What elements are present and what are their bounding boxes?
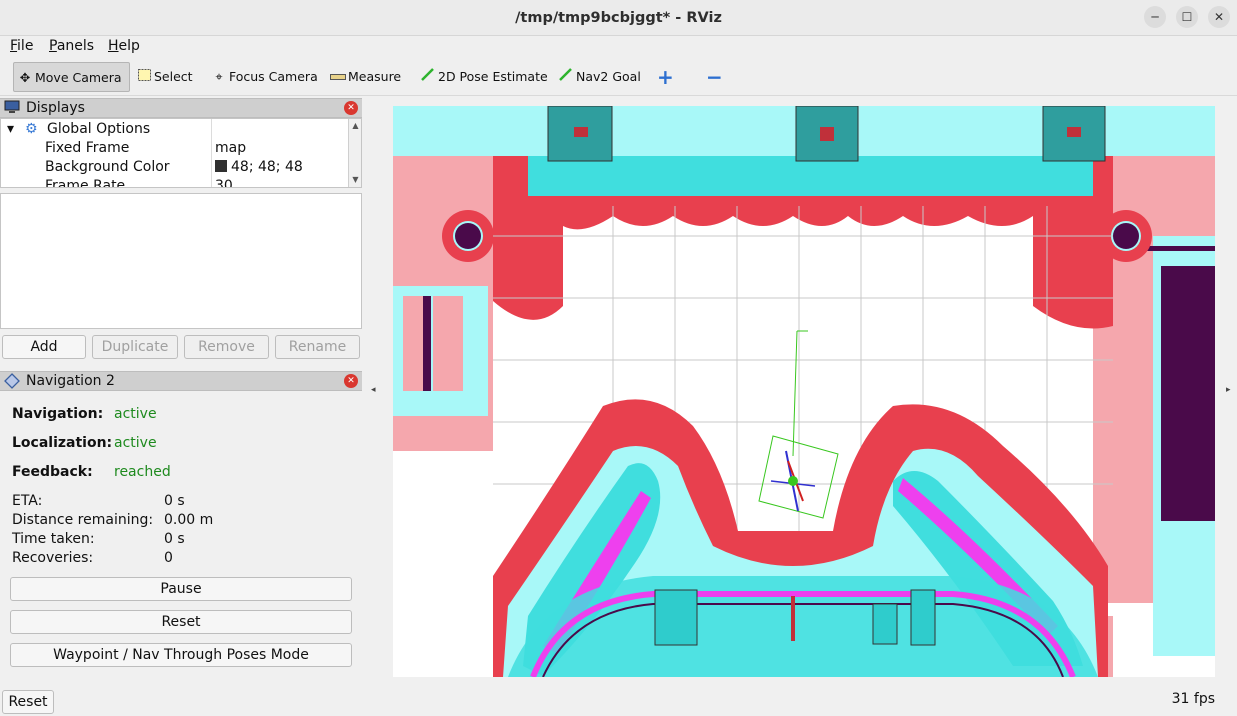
distance-remaining-label: Distance remaining:: [12, 512, 154, 528]
background-color-text: 48; 48; 48: [231, 159, 303, 175]
pose-estimate-label: 2D Pose Estimate: [438, 69, 548, 84]
close-panel-icon[interactable]: ✕: [344, 101, 358, 115]
title-bar: /tmp/tmp9bcbjggt* - RViz ─ ☐ ✕: [0, 0, 1237, 36]
green-arrow-icon: [558, 62, 574, 92]
tree-scrollbar[interactable]: ▲ ▼: [348, 119, 361, 187]
recoveries-label: Recoveries:: [12, 550, 94, 566]
navigation-diamond-icon: [4, 373, 20, 394]
prop-key-background-color: Background Color: [45, 159, 170, 175]
nav-reset-button[interactable]: Reset: [10, 610, 352, 634]
move-camera-label: Move Camera: [35, 70, 122, 85]
global-options-item[interactable]: Global Options: [47, 120, 150, 139]
remove-button[interactable]: Remove: [184, 335, 269, 359]
color-swatch: [215, 160, 227, 172]
navigation-state-value: active: [114, 406, 157, 422]
duplicate-button[interactable]: Duplicate: [92, 335, 178, 359]
navigation-panel-title: Navigation 2: [26, 373, 115, 389]
localization-state-value: active: [114, 435, 157, 451]
select-tool[interactable]: Select: [133, 62, 193, 92]
displays-panel-header: Displays ✕: [0, 98, 362, 118]
feedback-state-label: Feedback:: [12, 464, 93, 480]
localization-state-label: Localization:: [12, 435, 113, 451]
menu-panels[interactable]: Panels: [49, 38, 94, 54]
recoveries-value: 0: [164, 550, 173, 566]
prop-value-fixed-frame[interactable]: map: [215, 139, 246, 158]
pause-button[interactable]: Pause: [10, 577, 352, 601]
move-camera-tool[interactable]: ✥ Move Camera: [13, 62, 130, 92]
scroll-down-icon[interactable]: ▼: [349, 173, 361, 187]
menu-bar: File Panels Help: [0, 36, 1237, 58]
minimize-button[interactable]: ─: [1144, 6, 1166, 28]
collapse-right-icon[interactable]: ▸: [1226, 385, 1231, 395]
close-window-button[interactable]: ✕: [1208, 6, 1230, 28]
display-description-area: [0, 193, 362, 329]
toolbar: ✥ Move Camera Select ⌖ Focus Camera Measur…: [0, 58, 1237, 96]
remove-tool-button[interactable]: −: [703, 62, 729, 92]
prop-value-background-color[interactable]: 48; 48; 48: [215, 158, 303, 177]
move-camera-icon: ✥: [19, 70, 31, 85]
navigation-panel-header: Navigation 2 ✕: [0, 371, 362, 391]
measure-label: Measure: [348, 69, 402, 84]
nav2-goal-label: Nav2 Goal: [576, 69, 641, 84]
reset-button[interactable]: Reset: [2, 690, 54, 714]
window-title: /tmp/tmp9bcbjggt* - RViz: [515, 10, 722, 26]
menu-file[interactable]: File: [10, 38, 33, 54]
gear-icon: ⚙: [25, 121, 38, 137]
green-arrow-icon: [420, 62, 436, 92]
tree-expand-icon[interactable]: ▾: [7, 120, 14, 139]
column-divider: [211, 119, 212, 187]
time-taken-value: 0 s: [164, 531, 185, 547]
displays-panel-title: Displays: [26, 100, 85, 116]
monitor-icon: [4, 100, 20, 119]
eta-value: 0 s: [164, 493, 185, 509]
displays-tree[interactable]: ▾ ⚙ Global Options Fixed Frame map Backg…: [0, 118, 362, 188]
ruler-icon: [330, 62, 346, 92]
time-taken-label: Time taken:: [12, 531, 95, 547]
pose-estimate-tool[interactable]: 2D Pose Estimate: [417, 62, 548, 92]
feedback-state-value: reached: [114, 464, 171, 480]
focus-camera-icon: ⌖: [215, 69, 223, 84]
collapse-left-icon[interactable]: ◂: [371, 385, 376, 395]
waypoint-mode-button[interactable]: Waypoint / Nav Through Poses Mode: [10, 643, 352, 667]
status-bar: Reset 31 fps: [0, 688, 1237, 716]
eta-label: ETA:: [12, 493, 43, 509]
render-viewport[interactable]: [393, 106, 1215, 677]
select-icon: [136, 62, 152, 92]
scroll-up-icon[interactable]: ▲: [349, 119, 361, 133]
add-button[interactable]: Add: [2, 335, 86, 359]
prop-key-fixed-frame: Fixed Frame: [45, 140, 130, 156]
distance-remaining-value: 0.00 m: [164, 512, 214, 528]
focus-camera-label: Focus Camera: [229, 69, 318, 84]
maximize-button[interactable]: ☐: [1176, 6, 1198, 28]
select-label: Select: [154, 69, 193, 84]
close-panel-icon[interactable]: ✕: [344, 374, 358, 388]
fps-readout: 31 fps: [1171, 691, 1215, 707]
menu-help[interactable]: Help: [108, 38, 140, 54]
nav2-goal-tool[interactable]: Nav2 Goal: [555, 62, 645, 92]
prop-key-frame-rate: Frame Rate: [45, 178, 126, 188]
measure-tool[interactable]: Measure: [327, 62, 403, 92]
rename-button[interactable]: Rename: [275, 335, 360, 359]
focus-camera-tool[interactable]: ⌖ Focus Camera: [208, 62, 318, 92]
costmap-view: [393, 106, 1215, 677]
add-tool-button[interactable]: +: [654, 62, 676, 92]
navigation-state-label: Navigation:: [12, 406, 104, 422]
prop-value-frame-rate[interactable]: 30: [215, 177, 233, 187]
